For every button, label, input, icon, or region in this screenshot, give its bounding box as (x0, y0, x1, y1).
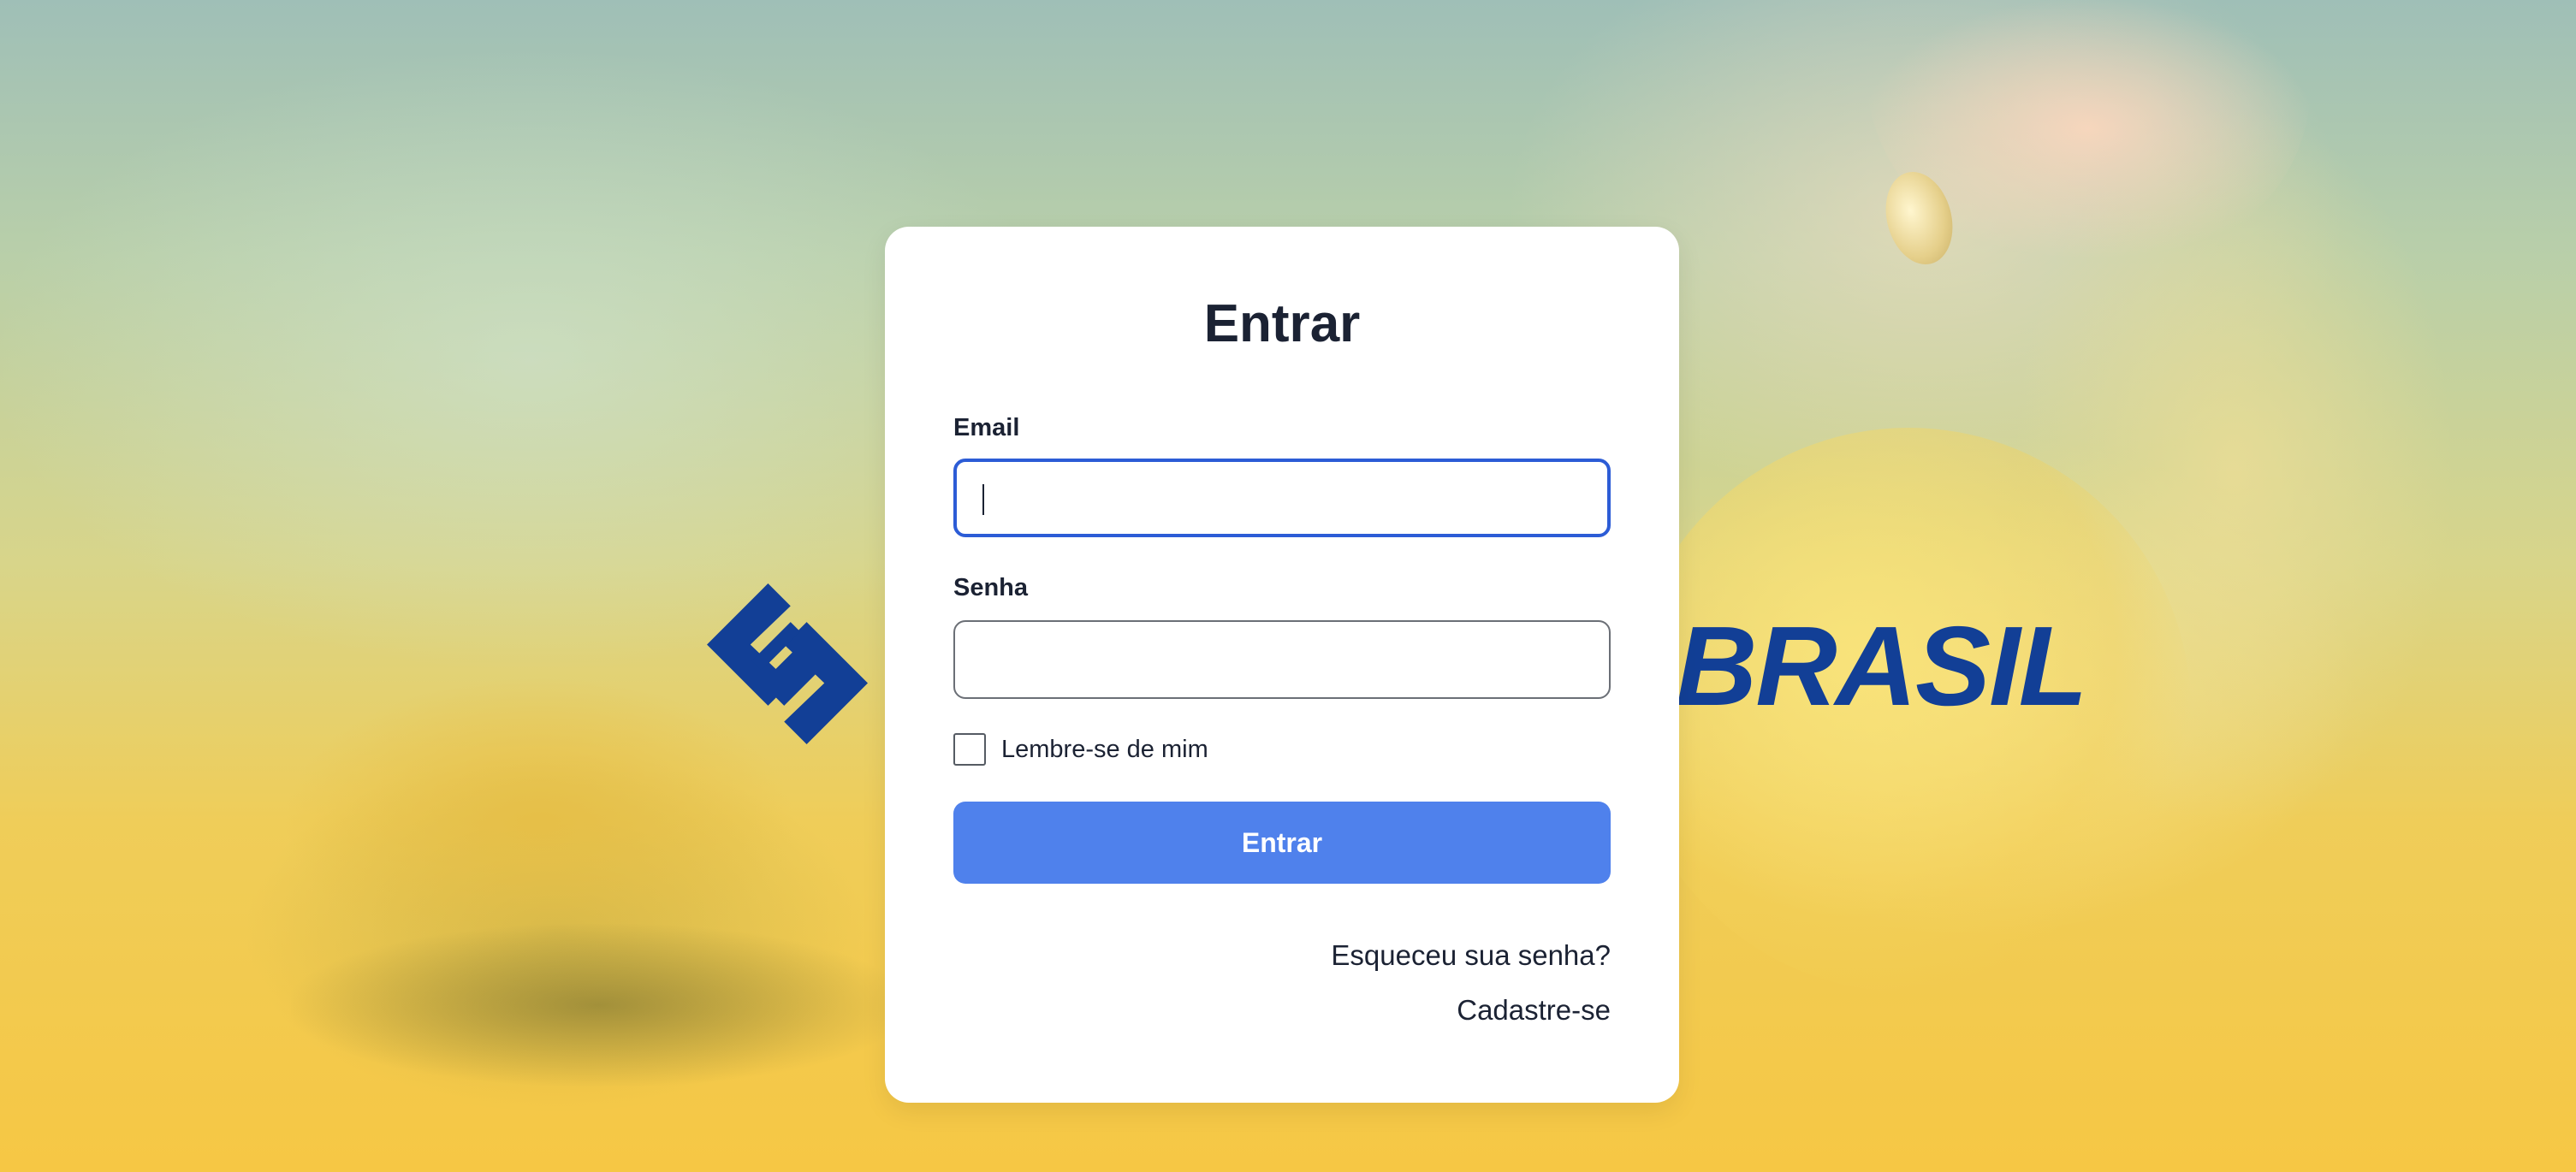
email-label: Email (953, 414, 1020, 441)
signup-link[interactable]: Cadastre-se (1457, 994, 1611, 1027)
login-button[interactable]: Entrar (953, 802, 1611, 884)
banco-do-brasil-logo-icon (707, 583, 868, 744)
password-label: Senha (953, 574, 1029, 601)
remember-me[interactable]: Lembre-se de mim (953, 733, 1208, 766)
login-card: Entrar Email Senha Lembre-se de mim Entr… (885, 227, 1679, 1103)
email-field[interactable] (953, 459, 1611, 537)
banco-do-brasil-logo-text: BRASIL (1676, 603, 2087, 729)
text-caret (982, 484, 984, 515)
forgot-password-link[interactable]: Esqueceu sua senha? (1331, 939, 1611, 972)
password-field[interactable] (953, 620, 1611, 699)
remember-me-checkbox[interactable] (953, 733, 986, 766)
login-title: Entrar (1203, 294, 1361, 353)
background-calculator (291, 924, 907, 1086)
remember-me-label[interactable]: Lembre-se de mim (1001, 736, 1208, 764)
